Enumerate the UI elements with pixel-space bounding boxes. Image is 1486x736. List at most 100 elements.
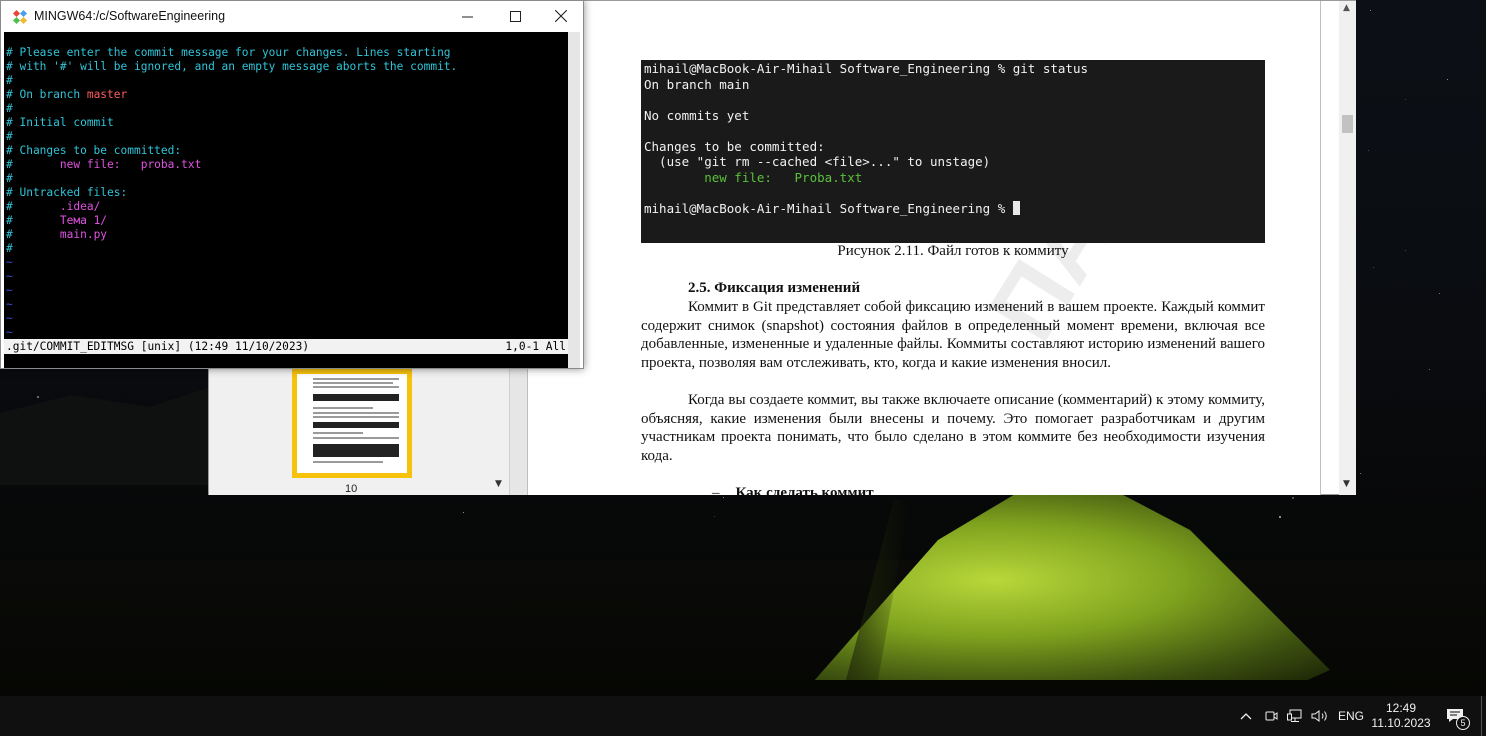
vim-line-segment: # Changes to be committed: xyxy=(6,144,182,157)
section-heading: 2.5. Фиксация изменений xyxy=(688,280,861,296)
vim-line-segment: master xyxy=(86,88,128,101)
vim-line: # main.py xyxy=(6,228,580,242)
thumb-text-line xyxy=(313,416,399,418)
minimize-button[interactable] xyxy=(444,1,490,31)
minimize-icon xyxy=(461,16,473,17)
terminal-scrollbar[interactable] xyxy=(568,32,580,368)
thumb-text-line xyxy=(313,461,383,463)
figure-terminal-line-text: mihail@MacBook-Air-Mihail Software_Engin… xyxy=(644,200,1013,216)
vim-line-segment: # xyxy=(6,102,13,115)
close-button[interactable] xyxy=(538,1,584,31)
star xyxy=(1405,250,1406,251)
input-language-button[interactable]: ENG xyxy=(1338,696,1364,736)
thumb-text-line xyxy=(313,378,399,380)
clock-button[interactable]: 12:49 11.10.2023 xyxy=(1370,696,1432,736)
volume-button[interactable] xyxy=(1311,696,1329,736)
git-bash-window[interactable]: MINGW64:/c/SoftwareEngineering # Please … xyxy=(0,0,584,369)
figure-terminal-line xyxy=(644,92,1262,108)
vim-line: # Тема 1/ xyxy=(6,214,580,228)
vim-line-segment: # xyxy=(6,74,13,87)
vim-line: # xyxy=(6,130,580,144)
maximize-icon xyxy=(509,10,521,22)
camera-icon xyxy=(1265,711,1278,721)
star xyxy=(37,396,39,398)
vim-line-segment: # xyxy=(6,158,60,171)
page-thumbnail[interactable] xyxy=(292,369,412,478)
vim-editor[interactable]: # Please enter the commit message for yo… xyxy=(4,32,580,368)
meet-now-button[interactable] xyxy=(1264,696,1278,736)
star xyxy=(1370,10,1371,11)
notification-count-badge: 5 xyxy=(1456,716,1470,730)
thumb-text-line xyxy=(313,432,363,434)
vim-line-segment: ~ xyxy=(6,298,13,311)
star xyxy=(1279,516,1281,518)
show-hidden-icons-button[interactable] xyxy=(1240,696,1252,736)
thumbnail-page-number: 10 xyxy=(345,483,358,495)
figure-terminal-line: new file: Proba.txt xyxy=(644,170,1262,186)
vim-line: # Please enter the commit message for yo… xyxy=(6,46,580,60)
vim-line-segment: # xyxy=(6,228,60,241)
vim-line-segment: ~ xyxy=(6,284,13,297)
window-title: MINGW64:/c/SoftwareEngineering xyxy=(34,9,226,23)
thumb-text-line xyxy=(313,382,393,384)
subheading: Как сделать коммит xyxy=(735,485,874,495)
vim-line-segment: .idea/ xyxy=(59,200,101,213)
figure-terminal-line xyxy=(644,123,1262,139)
star xyxy=(1360,473,1361,474)
vim-line-segment: new file: proba.txt xyxy=(59,158,202,171)
paragraph: Когда вы создаете коммит, вы также включ… xyxy=(641,392,1265,464)
subheading-dash: – xyxy=(712,485,720,495)
vim-line-segment: # xyxy=(6,242,13,255)
vim-line-segment: ~ xyxy=(6,326,13,339)
vim-line: # .idea/ xyxy=(6,200,580,214)
figure-terminal-line-text: (use "git rm --cached <file>..." to unst… xyxy=(644,154,991,169)
chevron-up-icon xyxy=(1240,713,1252,720)
vim-line: # Changes to be committed: xyxy=(6,144,580,158)
vim-line: # xyxy=(6,242,580,256)
window-titlebar[interactable]: MINGW64:/c/SoftwareEngineering xyxy=(1,1,583,32)
figure-terminal-screenshot: mihail@MacBook-Air-Mihail Software_Engin… xyxy=(641,60,1265,243)
vim-line: # Untracked files: xyxy=(6,186,580,200)
thumbnail-scroll-down-icon[interactable]: ▼ xyxy=(495,479,502,489)
scroll-up-icon[interactable]: ▲ xyxy=(1343,3,1350,13)
figure-terminal-line: (use "git rm --cached <file>..." to unst… xyxy=(644,154,1262,170)
subheading-line: – Как сделать коммит xyxy=(712,485,874,495)
figure-terminal-line-text: new file: Proba.txt xyxy=(644,169,863,185)
figure-terminal-line xyxy=(644,185,1262,201)
star xyxy=(1292,497,1294,499)
vim-line-segment: # Untracked files: xyxy=(6,186,128,199)
clock-time: 12:49 xyxy=(1385,701,1417,715)
vim-status-file: .git/COMMIT_EDITMSG [unix] (12:49 11/10/… xyxy=(6,340,310,353)
figure-terminal-line: mihail@MacBook-Air-Mihail Software_Engin… xyxy=(644,200,1262,217)
vim-line-segment: # xyxy=(6,200,60,213)
scrollbar-thumb[interactable] xyxy=(1342,115,1353,133)
thumb-text-line xyxy=(313,412,399,414)
figure-terminal-line: No commits yet xyxy=(644,108,1262,124)
figure-terminal-line-text: mihail@MacBook-Air-Mihail Software_Engin… xyxy=(644,61,1089,76)
vim-line: ~ xyxy=(6,298,580,312)
vim-status-position: 1,0-1 All xyxy=(505,340,566,353)
star xyxy=(1439,293,1440,294)
star xyxy=(1373,267,1374,268)
vim-line-segment: main.py xyxy=(59,228,108,241)
figure-caption: Рисунок 2.11. Файл готов к коммиту xyxy=(837,243,1069,259)
vim-line-segment: # Please enter the commit message for yo… xyxy=(6,46,451,59)
vim-line-segment: # xyxy=(6,172,13,185)
vim-buffer[interactable]: # Please enter the commit message for yo… xyxy=(6,46,580,354)
vim-line-segment: ~ xyxy=(6,312,13,325)
figure-terminal-line: Changes to be committed: xyxy=(644,139,1262,155)
show-desktop-button[interactable] xyxy=(1481,696,1486,736)
network-button[interactable] xyxy=(1287,696,1303,736)
star xyxy=(1447,79,1448,80)
vim-line: # Initial commit xyxy=(6,116,580,130)
vim-line-segment: # with '#' will be ignored, and an empty… xyxy=(6,60,458,73)
document-scrollbar[interactable]: ▲ ▼ xyxy=(1339,1,1356,495)
vim-line-segment: # Initial commit xyxy=(6,116,114,129)
maximize-button[interactable] xyxy=(492,1,538,31)
vim-line: # with '#' will be ignored, and an empty… xyxy=(6,60,580,74)
scroll-down-icon[interactable]: ▼ xyxy=(1343,479,1350,489)
vim-line: # xyxy=(6,74,580,88)
vim-line: ~ xyxy=(6,326,580,340)
figure-terminal-line: On branch main xyxy=(644,77,1262,93)
paragraph: Коммит в Git представляет собой фиксацию… xyxy=(641,299,1265,371)
